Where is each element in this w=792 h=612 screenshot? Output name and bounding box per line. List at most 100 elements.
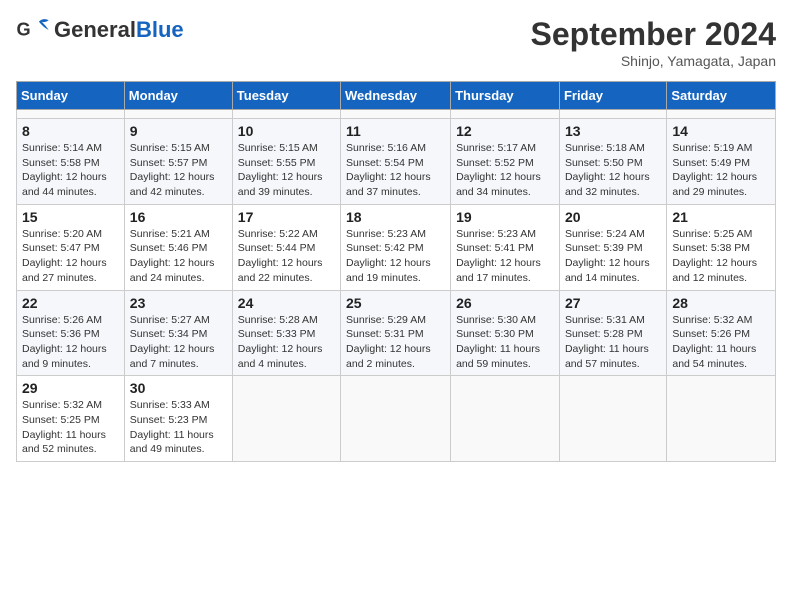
day-info: Sunrise: 5:32 AMSunset: 5:26 PMDaylight:… xyxy=(672,313,770,372)
table-cell: 27 Sunrise: 5:31 AMSunset: 5:28 PMDaylig… xyxy=(559,290,666,376)
day-number: 9 xyxy=(130,123,227,139)
day-info: Sunrise: 5:29 AMSunset: 5:31 PMDaylight:… xyxy=(346,313,445,372)
calendar-header-row: Sunday Monday Tuesday Wednesday Thursday… xyxy=(17,82,776,110)
title-section: September 2024 Shinjo, Yamagata, Japan xyxy=(531,16,776,69)
table-cell: 9 Sunrise: 5:15 AMSunset: 5:57 PMDayligh… xyxy=(124,119,232,205)
calendar-table: Sunday Monday Tuesday Wednesday Thursday… xyxy=(16,81,776,462)
table-cell xyxy=(559,376,666,462)
table-cell: 11 Sunrise: 5:16 AMSunset: 5:54 PMDaylig… xyxy=(341,119,451,205)
table-cell: 19 Sunrise: 5:23 AMSunset: 5:41 PMDaylig… xyxy=(451,204,560,290)
day-info: Sunrise: 5:22 AMSunset: 5:44 PMDaylight:… xyxy=(238,227,335,286)
day-info: Sunrise: 5:21 AMSunset: 5:46 PMDaylight:… xyxy=(130,227,227,286)
calendar-week-row: 15 Sunrise: 5:20 AMSunset: 5:47 PMDaylig… xyxy=(17,204,776,290)
day-number: 19 xyxy=(456,209,554,225)
col-thursday: Thursday xyxy=(451,82,560,110)
table-cell: 21 Sunrise: 5:25 AMSunset: 5:38 PMDaylig… xyxy=(667,204,776,290)
page-header: G GeneralBlue September 2024 Shinjo, Yam… xyxy=(16,16,776,69)
day-info: Sunrise: 5:16 AMSunset: 5:54 PMDaylight:… xyxy=(346,141,445,200)
day-info: Sunrise: 5:14 AMSunset: 5:58 PMDaylight:… xyxy=(22,141,119,200)
day-number: 27 xyxy=(565,295,661,311)
day-number: 13 xyxy=(565,123,661,139)
day-number: 28 xyxy=(672,295,770,311)
calendar-week-row: 22 Sunrise: 5:26 AMSunset: 5:36 PMDaylig… xyxy=(17,290,776,376)
day-info: Sunrise: 5:23 AMSunset: 5:42 PMDaylight:… xyxy=(346,227,445,286)
table-cell xyxy=(341,110,451,119)
col-friday: Friday xyxy=(559,82,666,110)
day-number: 25 xyxy=(346,295,445,311)
day-number: 8 xyxy=(22,123,119,139)
table-cell: 28 Sunrise: 5:32 AMSunset: 5:26 PMDaylig… xyxy=(667,290,776,376)
table-cell xyxy=(451,110,560,119)
table-cell xyxy=(341,376,451,462)
day-info: Sunrise: 5:32 AMSunset: 5:25 PMDaylight:… xyxy=(22,398,119,457)
day-number: 10 xyxy=(238,123,335,139)
day-info: Sunrise: 5:19 AMSunset: 5:49 PMDaylight:… xyxy=(672,141,770,200)
day-number: 21 xyxy=(672,209,770,225)
table-cell: 13 Sunrise: 5:18 AMSunset: 5:50 PMDaylig… xyxy=(559,119,666,205)
table-cell: 29 Sunrise: 5:32 AMSunset: 5:25 PMDaylig… xyxy=(17,376,125,462)
day-info: Sunrise: 5:15 AMSunset: 5:57 PMDaylight:… xyxy=(130,141,227,200)
logo-text-block: GeneralBlue xyxy=(54,19,184,41)
location: Shinjo, Yamagata, Japan xyxy=(531,53,776,69)
day-info: Sunrise: 5:28 AMSunset: 5:33 PMDaylight:… xyxy=(238,313,335,372)
day-info: Sunrise: 5:23 AMSunset: 5:41 PMDaylight:… xyxy=(456,227,554,286)
day-number: 30 xyxy=(130,380,227,396)
table-cell: 26 Sunrise: 5:30 AMSunset: 5:30 PMDaylig… xyxy=(451,290,560,376)
svg-text:G: G xyxy=(17,20,31,40)
day-number: 26 xyxy=(456,295,554,311)
table-cell: 24 Sunrise: 5:28 AMSunset: 5:33 PMDaylig… xyxy=(232,290,340,376)
month-title: September 2024 xyxy=(531,16,776,53)
table-cell xyxy=(559,110,666,119)
table-cell xyxy=(232,376,340,462)
table-cell: 14 Sunrise: 5:19 AMSunset: 5:49 PMDaylig… xyxy=(667,119,776,205)
day-info: Sunrise: 5:31 AMSunset: 5:28 PMDaylight:… xyxy=(565,313,661,372)
table-cell: 22 Sunrise: 5:26 AMSunset: 5:36 PMDaylig… xyxy=(17,290,125,376)
day-number: 14 xyxy=(672,123,770,139)
day-info: Sunrise: 5:25 AMSunset: 5:38 PMDaylight:… xyxy=(672,227,770,286)
logo-bird-icon: G xyxy=(16,16,52,44)
table-cell xyxy=(667,376,776,462)
day-info: Sunrise: 5:30 AMSunset: 5:30 PMDaylight:… xyxy=(456,313,554,372)
table-cell: 25 Sunrise: 5:29 AMSunset: 5:31 PMDaylig… xyxy=(341,290,451,376)
day-info: Sunrise: 5:15 AMSunset: 5:55 PMDaylight:… xyxy=(238,141,335,200)
table-cell: 23 Sunrise: 5:27 AMSunset: 5:34 PMDaylig… xyxy=(124,290,232,376)
day-info: Sunrise: 5:27 AMSunset: 5:34 PMDaylight:… xyxy=(130,313,227,372)
table-cell: 10 Sunrise: 5:15 AMSunset: 5:55 PMDaylig… xyxy=(232,119,340,205)
table-cell: 8 Sunrise: 5:14 AMSunset: 5:58 PMDayligh… xyxy=(17,119,125,205)
col-wednesday: Wednesday xyxy=(341,82,451,110)
table-cell: 20 Sunrise: 5:24 AMSunset: 5:39 PMDaylig… xyxy=(559,204,666,290)
col-sunday: Sunday xyxy=(17,82,125,110)
table-cell xyxy=(667,110,776,119)
table-cell xyxy=(124,110,232,119)
day-info: Sunrise: 5:26 AMSunset: 5:36 PMDaylight:… xyxy=(22,313,119,372)
table-cell: 18 Sunrise: 5:23 AMSunset: 5:42 PMDaylig… xyxy=(341,204,451,290)
table-cell: 17 Sunrise: 5:22 AMSunset: 5:44 PMDaylig… xyxy=(232,204,340,290)
day-number: 23 xyxy=(130,295,227,311)
day-number: 24 xyxy=(238,295,335,311)
day-info: Sunrise: 5:33 AMSunset: 5:23 PMDaylight:… xyxy=(130,398,227,457)
col-saturday: Saturday xyxy=(667,82,776,110)
logo: G GeneralBlue xyxy=(16,16,184,44)
logo-general: General xyxy=(54,17,136,42)
day-info: Sunrise: 5:24 AMSunset: 5:39 PMDaylight:… xyxy=(565,227,661,286)
day-number: 22 xyxy=(22,295,119,311)
table-cell xyxy=(232,110,340,119)
day-info: Sunrise: 5:18 AMSunset: 5:50 PMDaylight:… xyxy=(565,141,661,200)
table-cell: 16 Sunrise: 5:21 AMSunset: 5:46 PMDaylig… xyxy=(124,204,232,290)
day-number: 11 xyxy=(346,123,445,139)
col-tuesday: Tuesday xyxy=(232,82,340,110)
calendar-week-row xyxy=(17,110,776,119)
table-cell: 15 Sunrise: 5:20 AMSunset: 5:47 PMDaylig… xyxy=(17,204,125,290)
calendar-week-row: 29 Sunrise: 5:32 AMSunset: 5:25 PMDaylig… xyxy=(17,376,776,462)
col-monday: Monday xyxy=(124,82,232,110)
day-number: 20 xyxy=(565,209,661,225)
day-number: 18 xyxy=(346,209,445,225)
day-number: 12 xyxy=(456,123,554,139)
day-number: 16 xyxy=(130,209,227,225)
day-number: 17 xyxy=(238,209,335,225)
day-number: 15 xyxy=(22,209,119,225)
table-cell xyxy=(17,110,125,119)
day-number: 29 xyxy=(22,380,119,396)
day-info: Sunrise: 5:17 AMSunset: 5:52 PMDaylight:… xyxy=(456,141,554,200)
table-cell: 30 Sunrise: 5:33 AMSunset: 5:23 PMDaylig… xyxy=(124,376,232,462)
